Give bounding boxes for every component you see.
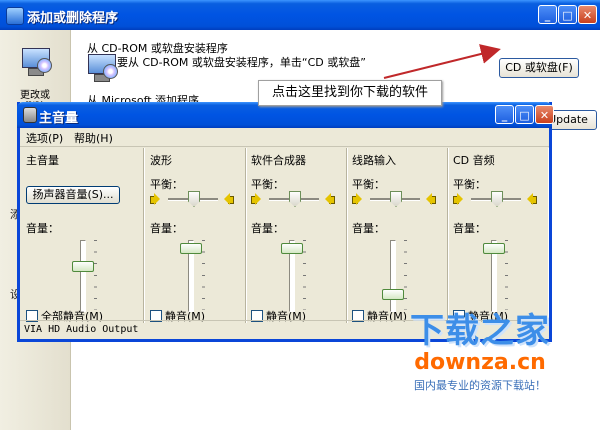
volume-window-title: 主音量 [39,111,79,126]
volume-ticks [303,240,306,310]
master-volume-ticks [94,240,97,310]
volume-ticks [404,240,407,310]
speaker-left-icon [352,193,362,205]
arp-window-title: 添加或删除程序 [27,11,119,26]
speaker-left-icon [251,193,261,205]
minimize-button[interactable]: _ [495,105,514,124]
balance-control [251,191,337,207]
speaker-right-icon [325,193,335,205]
volume-label: 音量： [352,222,385,235]
balance-slider[interactable] [491,191,503,207]
site-watermark: 下载之家 downza.cn 国内最专业的资源下载站！ [380,312,580,394]
master-volume-window: 主音量 _ □ ✕ 选项(P) 帮助(H) 主音量 扬声器音量(S)... 音量… [17,102,554,342]
column-title: 线路输入 [352,154,396,167]
channel-column: 软件合成器 平衡： 音量： 静音(M) [245,148,347,323]
speaker-app-icon [23,107,37,123]
add-remove-programs-icon [6,7,24,25]
balance-label: 平衡： [352,178,385,191]
arp-title-bar[interactable]: 添加或删除程序 _ □ ✕ [0,0,600,30]
column-title: 主音量 [26,154,59,167]
volume-slider[interactable] [281,243,303,255]
volume-label: 音量： [453,222,486,235]
volume-ticks [505,240,508,310]
balance-label: 平衡： [150,178,183,191]
channel-column: CD 音频 平衡： 音量： 静音(M) [447,148,548,323]
menu-bar: 选项(P) 帮助(H) [20,128,549,147]
volume-slider[interactable] [483,243,505,255]
master-volume-slider[interactable] [72,261,94,273]
balance-label: 平衡： [251,178,284,191]
balance-slider[interactable] [188,191,200,207]
speaker-left-icon [453,193,463,205]
column-title: 软件合成器 [251,154,306,167]
speaker-volume-button[interactable]: 扬声器音量(S)... [26,186,120,204]
hint-callout: 点击这里找到你下载的软件 [258,80,442,106]
balance-label: 平衡： [453,178,486,191]
volume-label: 音量： [251,222,284,235]
speaker-right-icon [224,193,234,205]
balance-control [352,191,438,207]
volume-slider[interactable] [382,288,404,300]
master-volume-track [80,240,86,312]
maximize-button[interactable]: □ [558,5,577,24]
balance-control [453,191,539,207]
cd-or-floppy-button[interactable]: CD 或软盘(F) [499,58,579,78]
cd-install-icon [85,54,118,84]
volume-label: 音量： [150,222,183,235]
maximize-button[interactable]: □ [515,105,534,124]
channel-column: 波形 平衡： 音量： 静音(M) [144,148,246,323]
minimize-button[interactable]: _ [538,5,557,24]
close-button[interactable]: ✕ [535,105,554,124]
column-title: CD 音频 [453,154,495,167]
cd-install-description: 要从 CD-ROM 或软盘安装程序，单击“CD 或软盘” [117,56,366,69]
speaker-right-icon [426,193,436,205]
watermark-logo-text: 下载之家 [410,311,550,351]
volume-label: 音量： [26,222,59,235]
channel-column: 线路输入 平衡： 音量： 静音(M) [346,148,448,323]
menu-options[interactable]: 选项(P) [26,130,63,146]
balance-slider[interactable] [390,191,402,207]
column-title: 波形 [150,154,172,167]
speaker-right-icon [527,193,537,205]
watermark-domain: downza.cn [414,350,546,375]
watermark-slogan: 国内最专业的资源下载站！ [414,379,546,392]
volume-ticks [202,240,205,310]
volume-slider[interactable] [180,243,202,255]
balance-control [150,191,236,207]
master-volume-column: 主音量 扬声器音量(S)... 音量： 全部静音(M) [20,148,144,323]
speaker-left-icon [150,193,160,205]
balance-slider[interactable] [289,191,301,207]
close-button[interactable]: ✕ [578,5,597,24]
volume-track [390,240,396,312]
change-remove-programs-icon [19,48,52,76]
menu-help[interactable]: 帮助(H) [74,130,113,146]
